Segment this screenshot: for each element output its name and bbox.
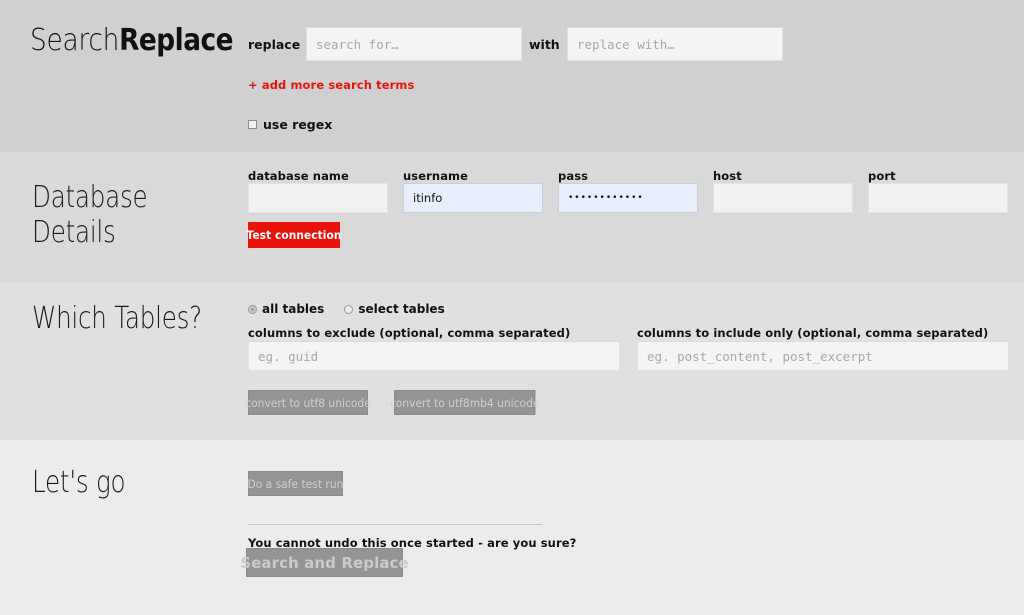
radio-select-tables-label: select tables <box>358 302 445 316</box>
columns-exclude-label: columns to exclude (optional, comma sepa… <box>248 326 571 340</box>
pass-label: pass <box>558 169 589 183</box>
add-more-search-terms-link[interactable]: + add more search terms <box>248 78 414 92</box>
pass-value: •••••••••••• <box>568 193 644 203</box>
replace-label: replace <box>248 37 301 52</box>
table-scope-radio-group[interactable]: all tables select tables <box>248 302 445 316</box>
host-label: host <box>713 169 742 183</box>
host-input[interactable] <box>713 183 853 213</box>
radio-all-tables-label: all tables <box>262 302 325 316</box>
logo-text-bold: Replace <box>119 23 233 58</box>
database-details-title: Database Details <box>32 180 148 250</box>
columns-exclude-input[interactable]: eg. guid <box>248 341 620 371</box>
lets-go-title: Let's go <box>32 465 126 500</box>
columns-include-input[interactable]: eg. post_content, post_excerpt <box>637 341 1009 371</box>
app-logo: SearchReplace <box>30 23 234 58</box>
replace-with-input[interactable]: replace with… <box>567 27 783 61</box>
username-input[interactable]: itinfo <box>403 183 543 213</box>
section-database-details: Database Details database name username … <box>0 152 1024 282</box>
pass-input[interactable]: •••••••••••• <box>558 183 698 213</box>
username-value: itinfo <box>413 191 443 205</box>
safe-test-run-button[interactable]: Do a safe test run <box>247 471 343 496</box>
checkbox-icon[interactable] <box>248 120 257 129</box>
search-for-placeholder: search for… <box>316 36 399 52</box>
radio-all-tables-icon[interactable] <box>248 304 257 314</box>
section-divider <box>248 524 542 525</box>
database-name-input[interactable] <box>248 183 388 213</box>
convert-utf8-button[interactable]: convert to utf8 unicode <box>245 390 371 415</box>
database-name-label: database name <box>248 169 349 183</box>
port-input[interactable] <box>868 183 1008 213</box>
section-lets-go: Let's go Do a safe test run You cannot u… <box>0 440 1024 615</box>
use-regex-checkbox-row[interactable]: use regex <box>248 117 332 132</box>
convert-utf8mb4-button[interactable]: convert to utf8mb4 unicode <box>390 390 539 415</box>
which-tables-title: Which Tables? <box>32 301 202 336</box>
section-search-replace: SearchReplace replace search for… with r… <box>0 0 1024 152</box>
test-connection-button[interactable]: Test connection <box>247 222 341 248</box>
columns-include-placeholder: eg. post_content, post_excerpt <box>647 348 873 364</box>
use-regex-label: use regex <box>263 117 333 132</box>
columns-exclude-placeholder: eg. guid <box>258 348 319 364</box>
replace-with-placeholder: replace with… <box>577 36 675 52</box>
columns-include-label: columns to include only (optional, comma… <box>637 326 989 340</box>
port-label: port <box>868 169 896 183</box>
search-for-input[interactable]: search for… <box>306 27 522 61</box>
radio-select-tables-icon[interactable] <box>344 304 354 314</box>
searchreplace-app: SearchReplace replace search for… with r… <box>0 0 1024 615</box>
logo-text-light: Search <box>30 23 120 58</box>
with-label: with <box>529 37 560 52</box>
username-label: username <box>403 169 469 183</box>
section-which-tables: Which Tables? all tables select tables c… <box>0 282 1024 440</box>
search-and-replace-button[interactable]: Search and Replace <box>240 548 409 577</box>
